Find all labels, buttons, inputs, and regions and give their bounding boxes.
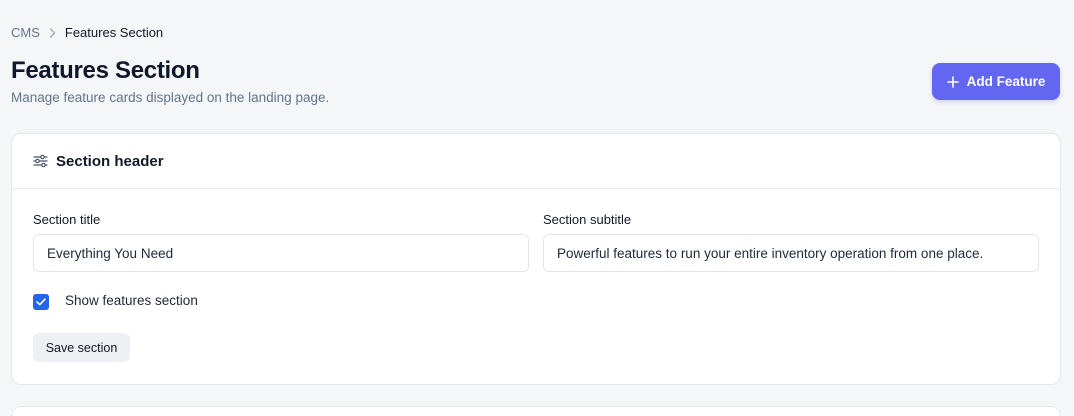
page-subtitle: Manage feature cards displayed on the la… [11, 90, 330, 105]
section-title-field: Section title [33, 212, 529, 272]
show-section-label: Show features section [65, 293, 198, 308]
plus-icon [946, 75, 959, 88]
chevron-right-icon [49, 27, 56, 38]
section-subtitle-input[interactable] [543, 234, 1039, 272]
section-subtitle-field: Section subtitle [543, 212, 1039, 272]
breadcrumb-cms-link[interactable]: CMS [11, 25, 40, 40]
save-section-button[interactable]: Save section [33, 333, 130, 362]
breadcrumb: CMS Features Section [11, 25, 163, 40]
page-title: Features Section [11, 57, 200, 84]
page: CMS Features Section Features Section Ma… [0, 0, 1074, 416]
section-subtitle-label: Section subtitle [543, 212, 632, 227]
breadcrumb-current: Features Section [64, 25, 164, 40]
section-title-input[interactable] [33, 234, 529, 272]
add-feature-button[interactable]: Add Feature [932, 63, 1060, 100]
show-section-toggle: Show features section [33, 291, 198, 310]
card-header: Section header [12, 134, 1060, 189]
add-feature-label: Add Feature [966, 74, 1046, 89]
card-title: Section header [56, 152, 164, 170]
check-icon [36, 298, 46, 306]
section-title-label: Section title [33, 212, 101, 227]
sliders-icon [33, 154, 48, 168]
show-section-checkbox[interactable] [33, 294, 49, 310]
next-card [11, 406, 1061, 416]
section-header-card: Section header Section title Section sub… [11, 133, 1061, 385]
